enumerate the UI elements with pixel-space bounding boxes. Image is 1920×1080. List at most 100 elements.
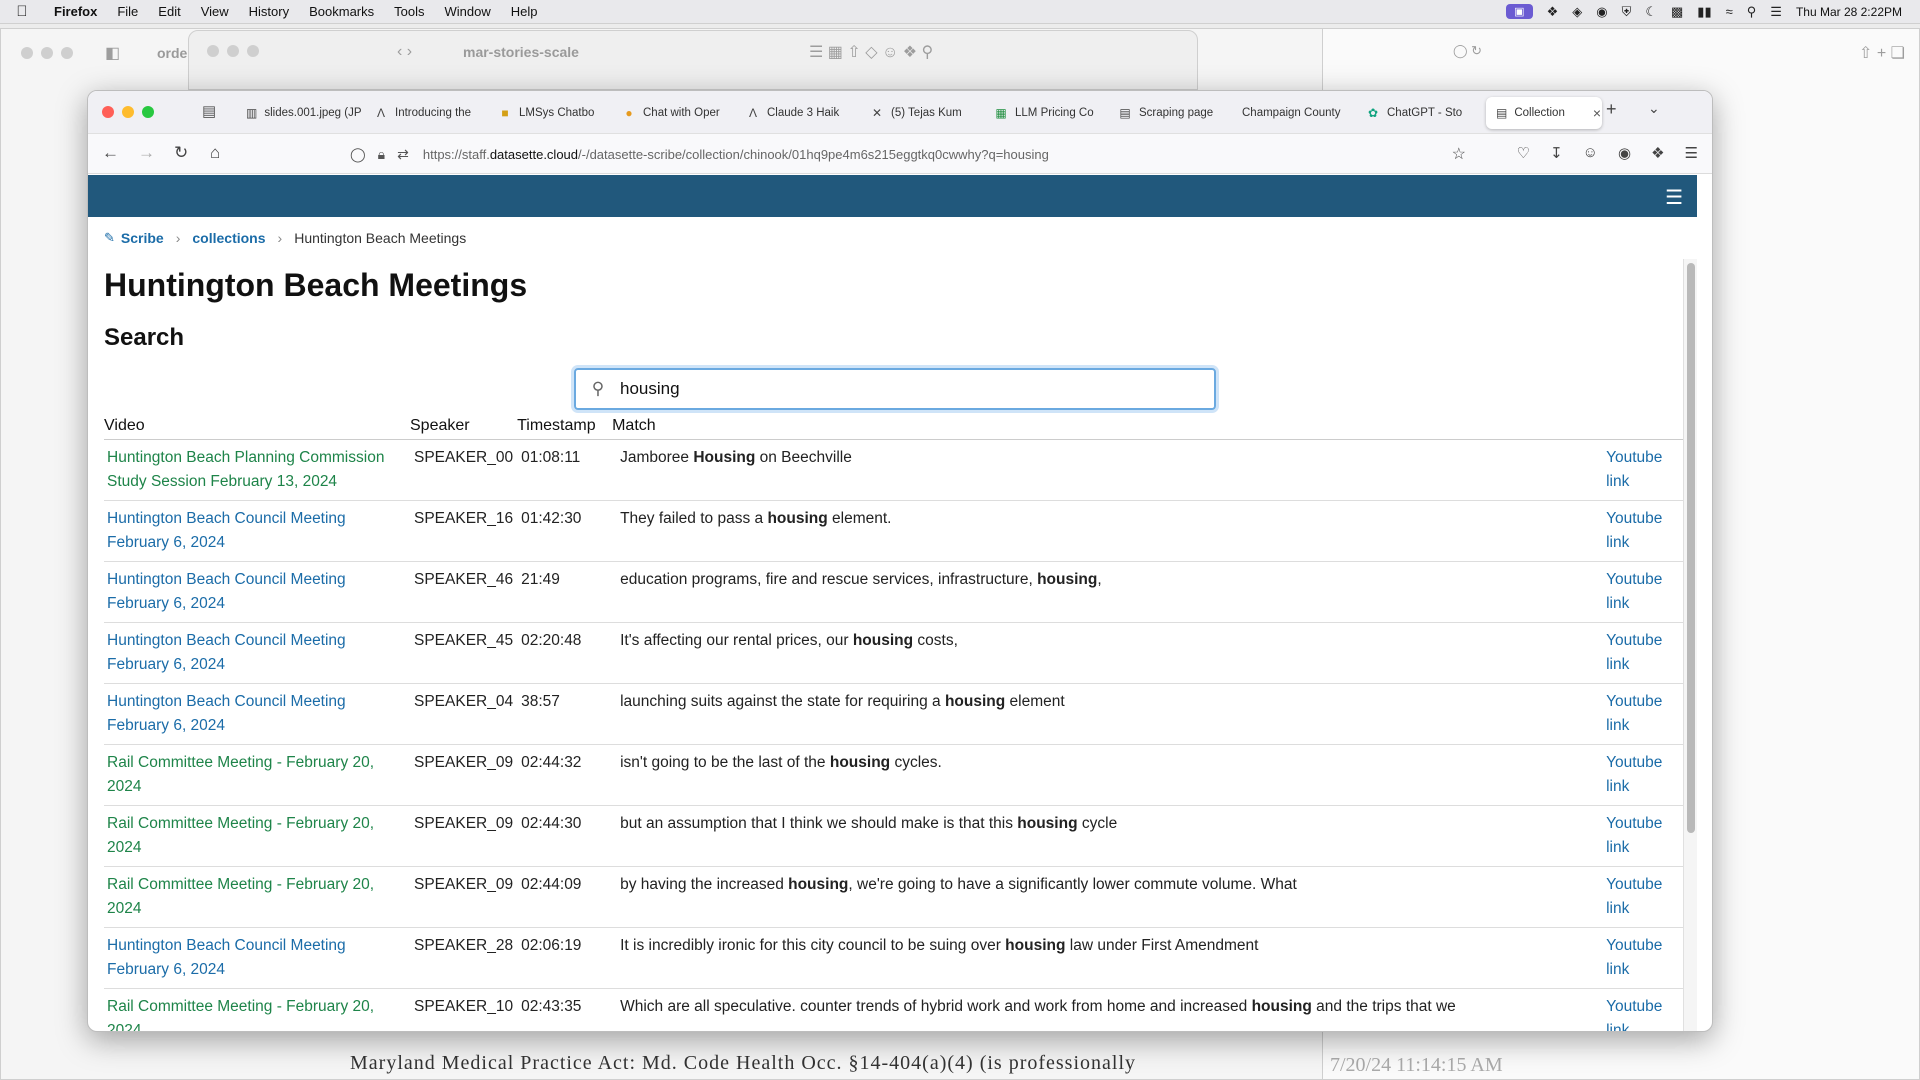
url-bar[interactable]: ◯ 🔒︎ ⇄ https://staff. datasette.cloud/-/dat… <box>350 139 1474 169</box>
tab-collection[interactable]: ▤ Collection × <box>1486 97 1602 129</box>
video-link[interactable]: Rail Committee Meeting - February 20, 20… <box>107 754 374 795</box>
youtube-link[interactable]: Youtube link <box>1606 815 1662 856</box>
tab-introducing[interactable]: Λ Introducing the <box>364 97 488 129</box>
video-link[interactable]: Huntington Beach Planning Commission Stu… <box>107 449 384 490</box>
menubar-clock[interactable]: Thu Mar 28 2:22PM <box>1796 5 1902 19</box>
reload-icon[interactable]: ↻ <box>174 143 188 163</box>
screen-share-icon[interactable]: ▣ <box>1506 4 1533 19</box>
moon-icon[interactable]: ☾ <box>1645 4 1657 20</box>
youtube-link[interactable]: Youtube link <box>1606 876 1662 917</box>
close-tab-icon[interactable]: × <box>1593 105 1601 121</box>
password-manager-icon[interactable]: ◉ <box>1596 4 1607 20</box>
chevron-right-icon: › <box>175 230 181 246</box>
menu-app-name[interactable]: Firefox <box>44 4 107 19</box>
sheet-icon: ▦ <box>995 106 1007 120</box>
menu-edit[interactable]: Edit <box>148 4 190 19</box>
tab-champaign[interactable]: Champaign County <box>1232 97 1356 129</box>
minimize-window-button[interactable] <box>122 106 134 118</box>
youtube-link[interactable]: Youtube link <box>1606 937 1662 978</box>
video-link[interactable]: Rail Committee Meeting - February 20, 20… <box>107 815 374 856</box>
tab-tejas[interactable]: ✕ (5) Tejas Kum <box>860 97 984 129</box>
dv-icon[interactable]: ▩ <box>1671 4 1683 20</box>
tab-scraping[interactable]: ▤ Scraping page <box>1108 97 1232 129</box>
match-text-after: cycle <box>1077 815 1118 832</box>
tab-chat-with-open[interactable]: ● Chat with Oper <box>612 97 736 129</box>
extensions-icon[interactable]: ❖ <box>1651 144 1664 162</box>
hamburger-menu-icon[interactable]: ☰ <box>1665 185 1683 210</box>
youtube-link[interactable]: Youtube link <box>1606 998 1662 1031</box>
list-all-tabs-icon[interactable]: ⌄ <box>1648 100 1660 117</box>
breadcrumb-scribe-link[interactable]: Scribe <box>121 230 164 246</box>
search-input[interactable] <box>620 379 1180 399</box>
menu-bookmarks[interactable]: Bookmarks <box>299 4 384 19</box>
youtube-link[interactable]: Youtube link <box>1606 754 1662 795</box>
search-box[interactable]: ⚲ <box>574 368 1216 410</box>
scrollbar-thumb[interactable] <box>1687 263 1695 833</box>
menu-view[interactable]: View <box>191 4 239 19</box>
tab-label: Chat with Oper <box>643 107 720 119</box>
youtube-link[interactable]: Youtube link <box>1606 510 1662 551</box>
timestamp-cell: 01:08:11 <box>517 439 613 501</box>
match-highlight: housing <box>852 632 914 649</box>
tab-claude-haiku[interactable]: Λ Claude 3 Haik <box>736 97 860 129</box>
firefox-view-icon[interactable]: ▤ <box>202 102 216 120</box>
video-link[interactable]: Rail Committee Meeting - February 20, 20… <box>107 998 374 1031</box>
video-link[interactable]: Huntington Beach Council Meeting Februar… <box>107 632 346 673</box>
match-text-after: and the trips that we <box>1311 998 1456 1015</box>
tab-llm-pricing[interactable]: ▦ LLM Pricing Co <box>984 97 1108 129</box>
tab-chatgpt[interactable]: ✿ ChatGPT - Sto <box>1356 97 1480 129</box>
extension-status-icon[interactable]: ◈ <box>1572 4 1582 20</box>
youtube-link[interactable]: Youtube link <box>1606 632 1662 673</box>
page-title: Huntington Beach Meetings <box>104 267 528 303</box>
spotlight-icon[interactable]: ⚲ <box>1747 4 1757 20</box>
breadcrumb-collections-link[interactable]: collections <box>192 230 265 246</box>
wifi-icon[interactable]: ≈ <box>1726 4 1733 19</box>
video-link[interactable]: Huntington Beach Council Meeting Februar… <box>107 571 346 612</box>
youtube-cell: Youtube link <box>1602 561 1684 623</box>
downloads-icon[interactable]: ↧ <box>1550 144 1563 162</box>
youtube-link[interactable]: Youtube link <box>1606 449 1662 490</box>
match-text-before: Jamboree <box>620 449 694 466</box>
url-security-icons[interactable]: ◯ 🔒︎ ⇄ <box>350 146 409 163</box>
pocket-icon[interactable]: ♡ <box>1517 144 1530 162</box>
tab-label: (5) Tejas Kum <box>891 107 962 119</box>
match-text-before: launching suits against the state for re… <box>620 693 945 710</box>
youtube-link[interactable]: Youtube link <box>1606 693 1662 734</box>
menu-file[interactable]: File <box>107 4 148 19</box>
password-extension-icon[interactable]: ◉ <box>1618 144 1631 162</box>
back-icon[interactable]: ← <box>102 143 119 163</box>
video-link[interactable]: Huntington Beach Council Meeting Februar… <box>107 937 346 978</box>
apple-icon[interactable]:  <box>0 3 44 20</box>
video-cell: Huntington Beach Planning Commission Stu… <box>104 439 410 501</box>
account-icon[interactable]: ☺ <box>1583 144 1598 162</box>
video-link[interactable]: Huntington Beach Council Meeting Februar… <box>107 693 346 734</box>
forward-icon[interactable]: → <box>138 143 155 163</box>
menu-history[interactable]: History <box>239 4 299 19</box>
tab-lmsys[interactable]: ■ LMSys Chatbo <box>488 97 612 129</box>
lock-icon[interactable]: 🔒︎ <box>378 146 385 163</box>
shield-status-icon[interactable]: ⛨ <box>1622 4 1632 20</box>
tab-slides[interactable]: ▥ slides.001.jpeg (JP <box>236 97 364 129</box>
video-link[interactable]: Rail Committee Meeting - February 20, 20… <box>107 876 374 917</box>
new-tab-button[interactable]: + <box>1606 99 1617 120</box>
youtube-link[interactable]: Youtube link <box>1606 571 1662 612</box>
vertical-scrollbar[interactable] <box>1683 259 1697 1031</box>
home-icon[interactable]: ⌂ <box>210 143 220 163</box>
sidebar-toggle-icon: ◧ <box>105 45 121 62</box>
column-header-timestamp: Timestamp <box>517 415 613 440</box>
menu-tools[interactable]: Tools <box>384 4 434 19</box>
permissions-icon[interactable]: ⇄ <box>397 146 409 163</box>
app-menu-icon[interactable]: ☰ <box>1685 144 1698 162</box>
background-finder-window: ‹ › mar-stories-scale ☰ ▦ ⇧ ◇ ☺ ❖ ⚲ <box>188 30 1198 90</box>
tracking-protection-icon[interactable]: ◯ <box>350 146 366 163</box>
finder-toolbar-icons: ☰ ▦ ⇧ ◇ ☺ ❖ ⚲ <box>809 44 934 61</box>
zoom-window-button[interactable] <box>142 106 154 118</box>
control-center-icon[interactable]: ☰ <box>1770 4 1782 20</box>
menu-window[interactable]: Window <box>435 4 501 19</box>
menu-help[interactable]: Help <box>501 4 548 19</box>
close-window-button[interactable] <box>102 106 114 118</box>
battery-icon[interactable]: ▮▮ <box>1697 4 1711 20</box>
video-link[interactable]: Huntington Beach Council Meeting Februar… <box>107 510 346 551</box>
dropbox-icon[interactable]: ❖ <box>1547 4 1559 20</box>
bookmark-star-icon[interactable]: ☆ <box>1452 144 1466 164</box>
